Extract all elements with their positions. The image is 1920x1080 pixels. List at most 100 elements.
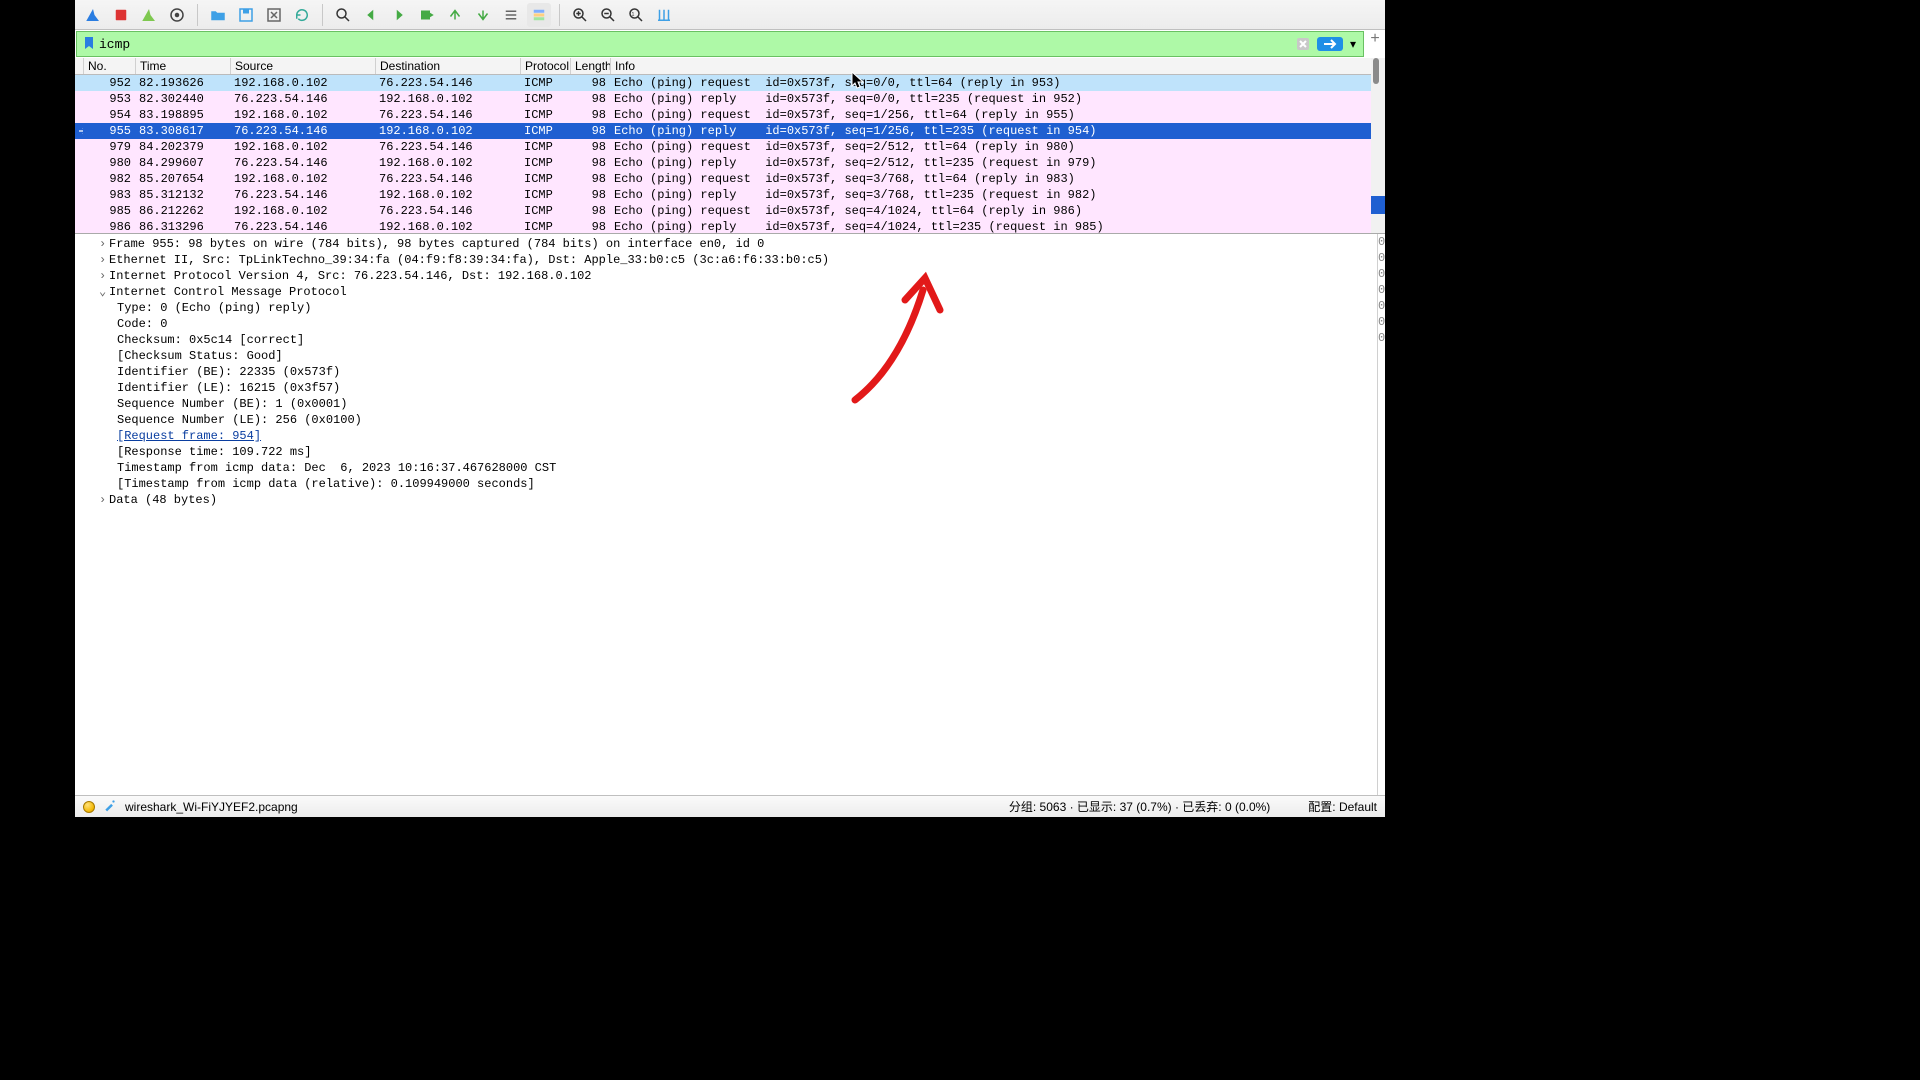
cell-len: 98	[570, 123, 610, 139]
go-forward-button[interactable]	[387, 3, 411, 27]
tree-row[interactable]: Identifier (BE): 22335 (0x573f)	[75, 364, 1385, 380]
packet-bytes-pane-sliver[interactable]: 0000000	[1377, 234, 1385, 795]
cell-info: Echo (ping) request id=0x573f, seq=3/768…	[610, 171, 1385, 187]
packet-row[interactable]: 95382.30244076.223.54.146192.168.0.102IC…	[75, 91, 1385, 107]
colorize-button[interactable]	[527, 3, 551, 27]
save-file-button[interactable]	[234, 3, 258, 27]
cell-proto: ICMP	[520, 107, 570, 123]
find-button[interactable]	[331, 3, 355, 27]
cell-dst: 76.223.54.146	[375, 107, 520, 123]
cell-info: Echo (ping) reply id=0x573f, seq=2/512, …	[610, 155, 1385, 171]
cell-src: 192.168.0.102	[230, 139, 375, 155]
add-filter-tab-button[interactable]: +	[1365, 30, 1385, 58]
cell-len: 98	[570, 75, 610, 91]
cell-dst: 192.168.0.102	[375, 219, 520, 233]
toolbar-separator	[322, 4, 323, 26]
zoom-reset-button[interactable]: 1	[624, 3, 648, 27]
cell-time: 84.202379	[135, 139, 230, 155]
tree-row[interactable]: ›Internet Protocol Version 4, Src: 76.22…	[75, 268, 1385, 284]
apply-filter-button[interactable]	[1317, 37, 1343, 51]
tree-row[interactable]: Code: 0	[75, 316, 1385, 332]
zoom-out-button[interactable]	[596, 3, 620, 27]
cell-no: 986	[83, 219, 135, 233]
restart-capture-button[interactable]	[137, 3, 161, 27]
packet-row[interactable]: 98686.31329676.223.54.146192.168.0.102IC…	[75, 219, 1385, 233]
tree-row[interactable]: Sequence Number (LE): 256 (0x0100)	[75, 412, 1385, 428]
column-header-destination[interactable]: Destination	[376, 58, 521, 74]
auto-scroll-button[interactable]	[499, 3, 523, 27]
column-header-length[interactable]: Length	[571, 58, 611, 74]
tree-row[interactable]: ›Frame 955: 98 bytes on wire (784 bits),…	[75, 236, 1385, 252]
cell-time: 82.193626	[135, 75, 230, 91]
packet-row[interactable]: 95483.198895192.168.0.10276.223.54.146IC…	[75, 107, 1385, 123]
tree-row[interactable]: [Response time: 109.722 ms]	[75, 444, 1385, 460]
packet-row[interactable]: 95282.193626192.168.0.10276.223.54.146IC…	[75, 75, 1385, 91]
cell-dst: 76.223.54.146	[375, 75, 520, 91]
cell-src: 192.168.0.102	[230, 75, 375, 91]
packet-list-header[interactable]: No. Time Source Destination Protocol Len…	[75, 58, 1385, 75]
cell-src: 76.223.54.146	[230, 219, 375, 233]
cell-proto: ICMP	[520, 123, 570, 139]
cell-len: 98	[570, 187, 610, 203]
packet-row[interactable]: 95583.30861776.223.54.146192.168.0.102IC…	[75, 123, 1385, 139]
tree-row[interactable]: [Timestamp from icmp data (relative): 0.…	[75, 476, 1385, 492]
cell-no: 985	[83, 203, 135, 219]
packet-row[interactable]: 98084.29960776.223.54.146192.168.0.102IC…	[75, 155, 1385, 171]
cell-proto: ICMP	[520, 139, 570, 155]
goto-last-button[interactable]	[471, 3, 495, 27]
packet-row[interactable]: 97984.202379192.168.0.10276.223.54.146IC…	[75, 139, 1385, 155]
packet-details-pane[interactable]: ›Frame 955: 98 bytes on wire (784 bits),…	[75, 234, 1385, 795]
packet-list-pane[interactable]: No. Time Source Destination Protocol Len…	[75, 58, 1385, 234]
open-file-button[interactable]	[206, 3, 230, 27]
display-filter-bar: ▾	[76, 31, 1364, 57]
goto-packet-button[interactable]	[415, 3, 439, 27]
tree-row[interactable]: Checksum: 0x5c14 [correct]	[75, 332, 1385, 348]
cell-info: Echo (ping) request id=0x573f, seq=2/512…	[610, 139, 1385, 155]
cell-src: 192.168.0.102	[230, 171, 375, 187]
tree-row[interactable]: ›Ethernet II, Src: TpLinkTechno_39:34:fa…	[75, 252, 1385, 268]
tree-row[interactable]: Type: 0 (Echo (ping) reply)	[75, 300, 1385, 316]
column-header-source[interactable]: Source	[231, 58, 376, 74]
packet-list-scrollbar[interactable]	[1371, 58, 1385, 233]
column-header-time[interactable]: Time	[136, 58, 231, 74]
clear-filter-button[interactable]	[1293, 36, 1313, 52]
bookmark-icon[interactable]	[83, 36, 95, 53]
column-header-no[interactable]: No.	[84, 58, 136, 74]
shark-fin-icon[interactable]	[81, 3, 105, 27]
filter-dropdown-button[interactable]: ▾	[1347, 36, 1359, 52]
packet-row[interactable]: 98285.207654192.168.0.10276.223.54.146IC…	[75, 171, 1385, 187]
cell-time: 86.313296	[135, 219, 230, 233]
status-profile[interactable]: 配置: Default	[1308, 798, 1377, 815]
cell-info: Echo (ping) reply id=0x573f, seq=3/768, …	[610, 187, 1385, 203]
capture-options-button[interactable]	[165, 3, 189, 27]
expert-info-button[interactable]	[83, 801, 95, 813]
tree-row[interactable]: ›Data (48 bytes)	[75, 492, 1385, 508]
goto-first-button[interactable]	[443, 3, 467, 27]
tree-row[interactable]: Identifier (LE): 16215 (0x3f57)	[75, 380, 1385, 396]
zoom-in-button[interactable]	[568, 3, 592, 27]
column-header-protocol[interactable]: Protocol	[521, 58, 571, 74]
stop-capture-button[interactable]	[109, 3, 133, 27]
tree-row[interactable]: Sequence Number (BE): 1 (0x0001)	[75, 396, 1385, 412]
tree-row[interactable]: Timestamp from icmp data: Dec 6, 2023 10…	[75, 460, 1385, 476]
packet-row[interactable]: 98385.31213276.223.54.146192.168.0.102IC…	[75, 187, 1385, 203]
cell-proto: ICMP	[520, 171, 570, 187]
resize-columns-button[interactable]	[652, 3, 676, 27]
cell-src: 192.168.0.102	[230, 203, 375, 219]
cell-src: 76.223.54.146	[230, 187, 375, 203]
display-filter-input[interactable]	[99, 37, 1289, 52]
cell-proto: ICMP	[520, 155, 570, 171]
close-file-button[interactable]	[262, 3, 286, 27]
tree-row-link[interactable]: [Request frame: 954]	[75, 428, 1385, 444]
go-back-button[interactable]	[359, 3, 383, 27]
tree-row[interactable]: ⌄Internet Control Message Protocol	[75, 284, 1385, 300]
cell-no: 982	[83, 171, 135, 187]
reload-button[interactable]	[290, 3, 314, 27]
capture-file-properties-button[interactable]	[103, 798, 117, 815]
column-header-info[interactable]: Info	[611, 58, 1385, 74]
cell-len: 98	[570, 155, 610, 171]
packet-row[interactable]: 98586.212262192.168.0.10276.223.54.146IC…	[75, 203, 1385, 219]
svg-text:1: 1	[632, 11, 635, 17]
tree-row[interactable]: [Checksum Status: Good]	[75, 348, 1385, 364]
status-packet-counts: 分组: 5063 · 已显示: 37 (0.7%) · 已丢弃: 0 (0.0%…	[1009, 798, 1270, 815]
